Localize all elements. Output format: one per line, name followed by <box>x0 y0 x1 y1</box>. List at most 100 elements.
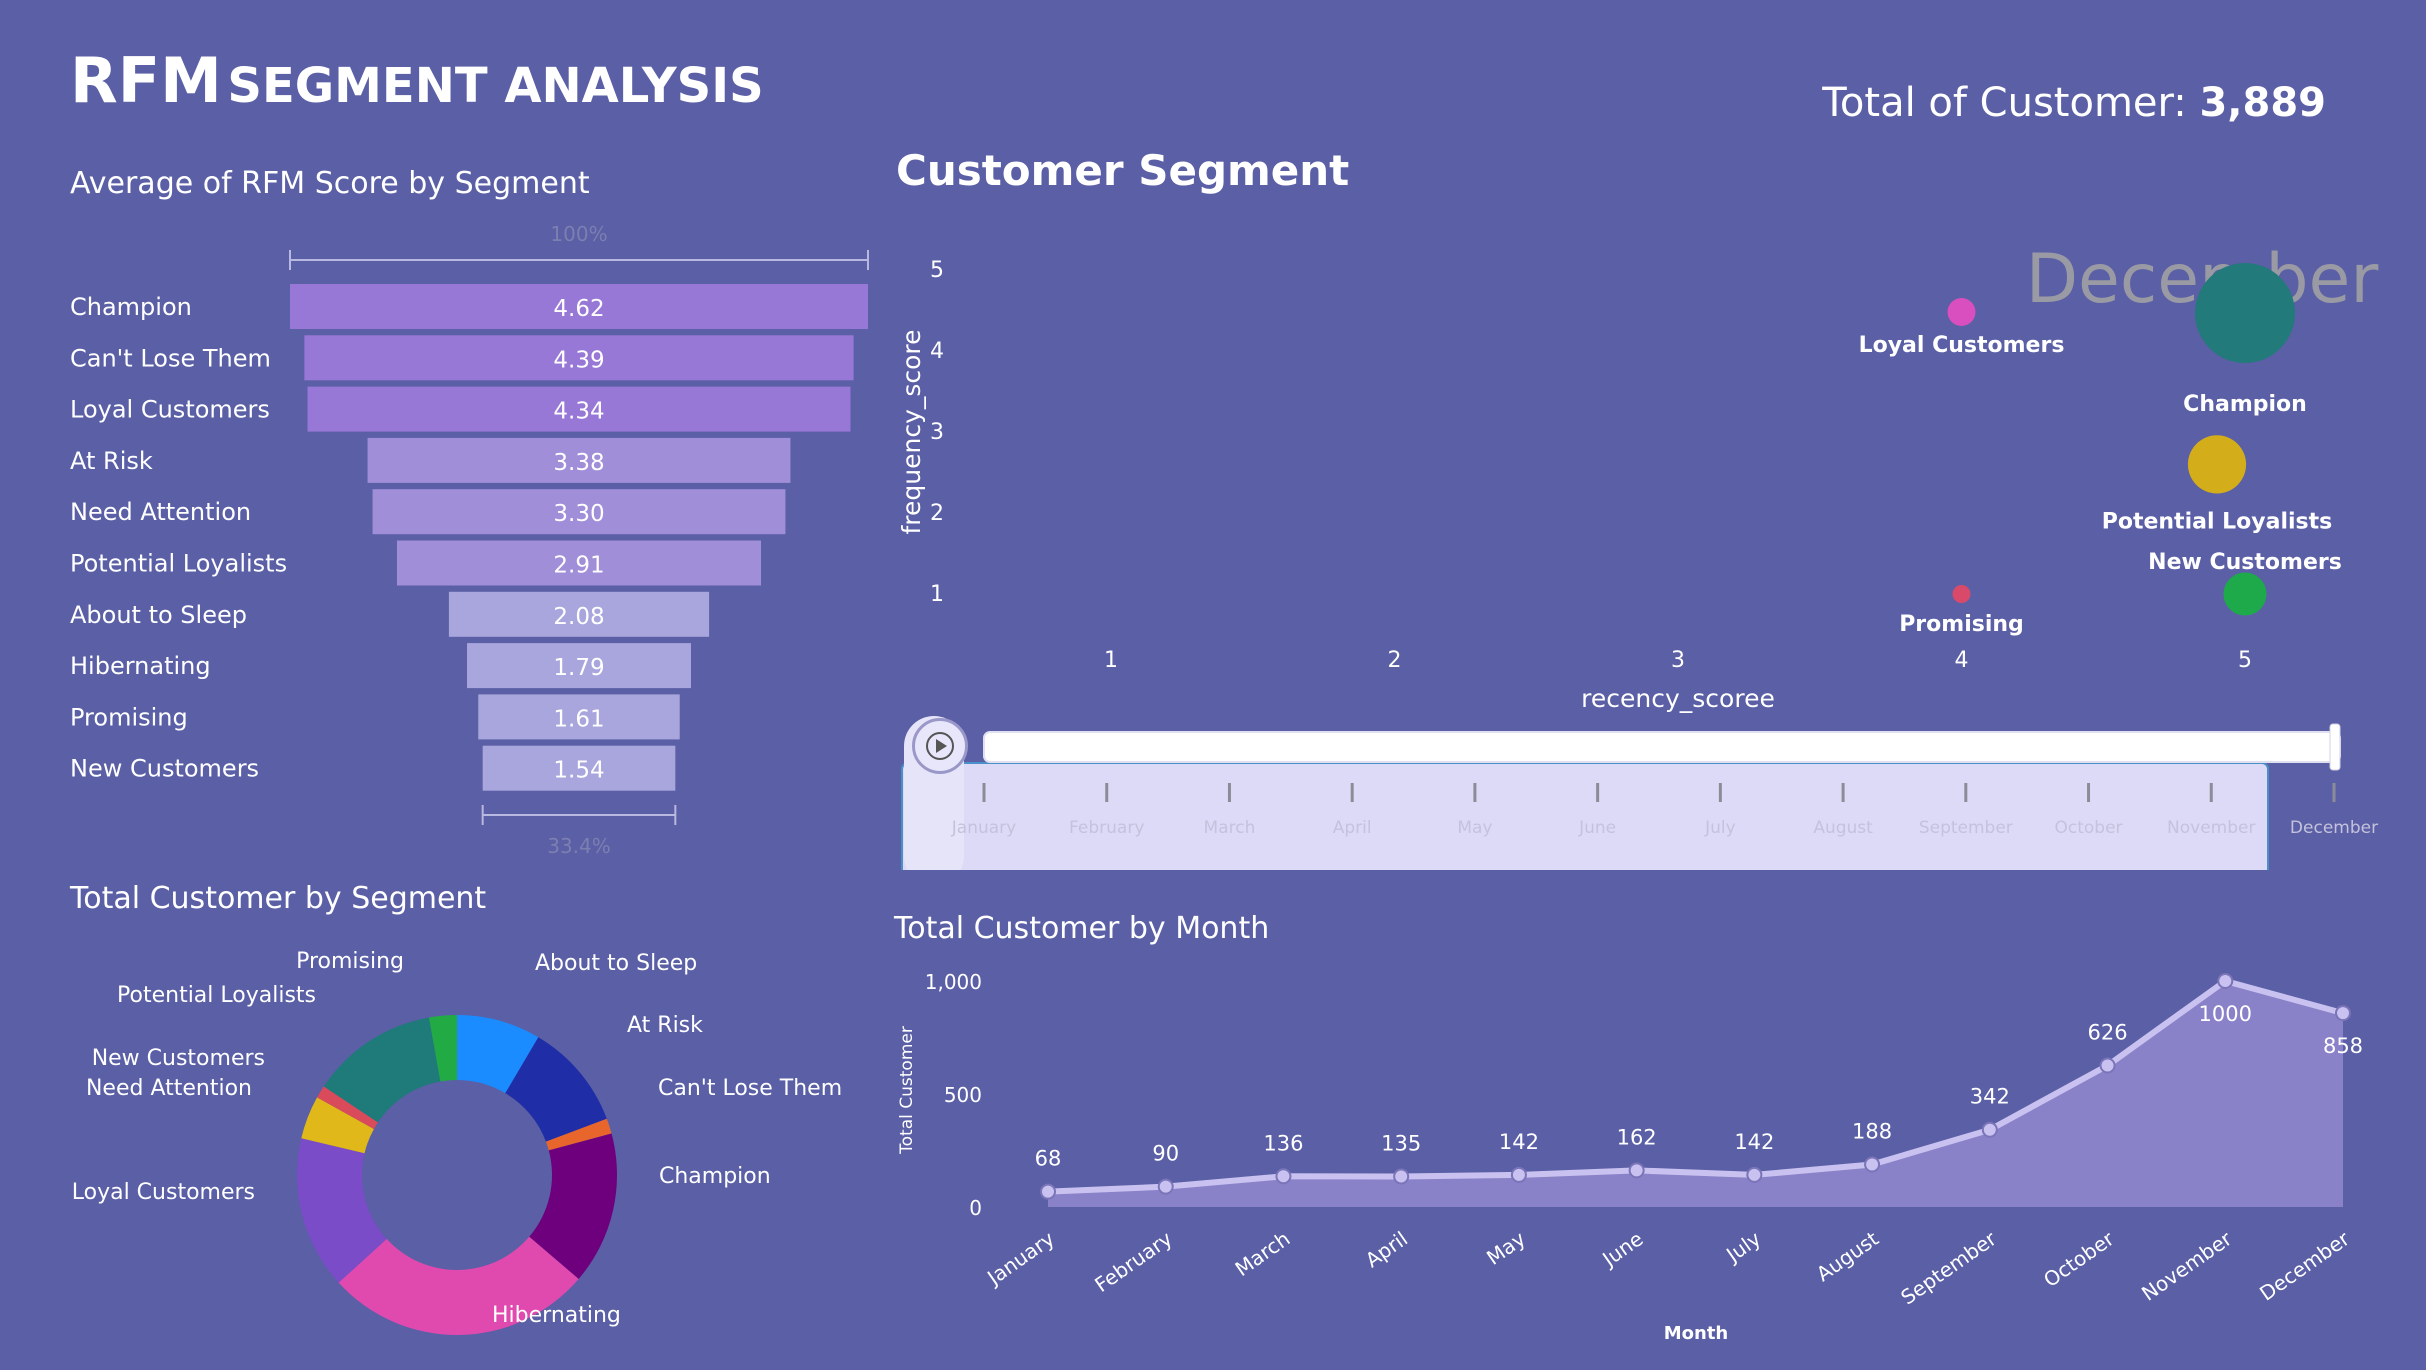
line-x-tick: February <box>1090 1226 1176 1297</box>
funnel-category-label: At Risk <box>70 447 153 475</box>
bubble-y-axis-label: frequency_score <box>897 329 926 534</box>
funnel-title: Average of RFM Score by Segment <box>70 166 590 201</box>
bubble-y-tick: 1 <box>930 582 944 607</box>
line-point[interactable] <box>1510 1166 1527 1183</box>
funnel-value-label: 3.38 <box>553 450 604 476</box>
line-point[interactable] <box>2099 1057 2116 1074</box>
line-data-label: 342 <box>1970 1085 2010 1109</box>
line-point[interactable] <box>2335 1005 2351 1022</box>
line-x-tick: July <box>1720 1226 1765 1268</box>
line-point[interactable] <box>1393 1168 1410 1185</box>
line-data-label: 136 <box>1263 1131 1303 1155</box>
line-x-tick: November <box>2137 1226 2237 1306</box>
funnel-category-label: Champion <box>70 293 192 321</box>
line-point[interactable] <box>1040 1183 1056 1200</box>
line-x-tick: March <box>1231 1226 1295 1281</box>
total-customer-label: Total of Customer: <box>1822 80 2200 126</box>
funnel-category-label: Loyal Customers <box>70 396 270 424</box>
funnel-value-label: 1.54 <box>553 758 604 784</box>
funnel-category-label: Potential Loyalists <box>70 550 287 578</box>
bubble-x-axis-label: recency_scoree <box>1581 684 1775 713</box>
line-x-tick: December <box>2255 1226 2354 1306</box>
funnel-category-label: New Customers <box>70 755 259 783</box>
bubble-point[interactable] <box>2195 263 2295 363</box>
donut-slice-label: Potential Loyalists <box>117 983 316 1008</box>
bubble-point-label: Loyal Customers <box>1859 333 2065 358</box>
bubble-axes: 1 2 3 4 5 1 2 3 4 5 recency_scoree frequency_score <box>897 258 2252 713</box>
bubble-point-label: Champion <box>2183 392 2307 417</box>
bubble-x-tick: 1 <box>1104 648 1118 673</box>
page-title-big: RFM <box>70 44 222 117</box>
funnel-bottom-pct: 33.4% <box>547 834 611 858</box>
play-axis-tick-label: February <box>1069 818 1144 838</box>
line-x-tick: May <box>1482 1226 1530 1269</box>
funnel-chart: 100% Champion 4.62 Can't Lose Them 4.39 Loya… <box>70 222 869 858</box>
line-point[interactable] <box>1746 1166 1763 1183</box>
play-axis-tick-label: January <box>951 818 1016 838</box>
line-data-label: 142 <box>1499 1130 1539 1154</box>
total-customer-value: 3,889 <box>2199 80 2326 126</box>
line-data-label: 90 <box>1152 1142 1179 1166</box>
line-data-label: 142 <box>1734 1130 1774 1154</box>
line-y-tick: 1,000 <box>925 970 982 994</box>
donut-slice-label: Need Attention <box>86 1076 252 1101</box>
play-button[interactable] <box>912 718 968 774</box>
funnel-value-label: 4.62 <box>553 296 604 322</box>
page-title: RFM SEGMENT ANALYSIS <box>70 50 764 112</box>
play-axis-tick-label: August <box>1813 818 1873 838</box>
bubble-point-label: Potential Loyalists <box>2102 509 2333 534</box>
donut-title: Total Customer by Segment <box>70 881 487 916</box>
play-axis-tick-label: March <box>1204 818 1256 838</box>
funnel-value-label: 1.61 <box>553 706 604 732</box>
bubble-y-tick: 2 <box>930 501 944 526</box>
line-point[interactable] <box>1864 1156 1881 1173</box>
funnel-value-label: 4.34 <box>553 399 604 425</box>
bubble-point[interactable] <box>2187 435 2247 494</box>
bubble-point-label: New Customers <box>2148 550 2342 575</box>
line-point[interactable] <box>1981 1121 1998 1138</box>
donut-slice-label: About to Sleep <box>535 951 697 976</box>
funnel-value-label: 3.30 <box>553 501 604 527</box>
bubble-x-tick: 5 <box>2238 648 2252 673</box>
funnel-bars: Champion 4.62 Can't Lose Them 4.39 Loyal Cus… <box>70 284 868 791</box>
play-axis-tick-label: May <box>1457 818 1492 838</box>
donut-slice-label: Champion <box>659 1164 771 1189</box>
play-axis-tick-label: April <box>1333 818 1372 838</box>
line-chart: 0 500 1,000 Total Customer Month January Febru… <box>897 970 2363 1344</box>
page-title-small: SEGMENT ANALYSIS <box>227 58 764 114</box>
line-point[interactable] <box>2217 973 2234 989</box>
line-y-tick: 0 <box>969 1196 982 1220</box>
line-x-tick: June <box>1596 1226 1647 1272</box>
play-axis-panel <box>901 762 2269 870</box>
donut-slice-label: Can't Lose Them <box>658 1076 842 1101</box>
bubble-x-tick: 3 <box>1671 648 1685 673</box>
bubble-point-label: Promising <box>1899 612 2024 637</box>
bubble-y-tick: 3 <box>930 420 944 445</box>
line-x-tick: August <box>1812 1226 1883 1286</box>
bubble-point[interactable] <box>1952 585 1971 603</box>
line-x-tick: September <box>1896 1226 2001 1310</box>
line-point[interactable] <box>1275 1168 1292 1185</box>
donut-slice-label: Hibernating <box>492 1303 621 1328</box>
bubble-title: Customer Segment <box>896 146 1350 195</box>
bubble-point[interactable] <box>2223 572 2267 616</box>
funnel-category-label: Hibernating <box>70 652 211 680</box>
donut-slice-label: Loyal Customers <box>72 1180 255 1205</box>
line-data-label: 68 <box>1035 1147 1062 1171</box>
bubble-point[interactable] <box>1947 298 1976 326</box>
donut-slice-label: At Risk <box>627 1013 703 1038</box>
line-point[interactable] <box>1157 1178 1174 1195</box>
line-x-tick: April <box>1361 1226 1412 1272</box>
bubble-y-tick: 4 <box>930 339 944 364</box>
donut-chart: About to Sleep At Risk Can't Lose Them Cham… <box>72 949 842 1335</box>
bubble-points: Loyal Customers Champion Potential Loyalis… <box>1859 263 2342 637</box>
line-point[interactable] <box>1628 1162 1645 1179</box>
funnel-value-label: 2.08 <box>553 604 604 630</box>
line-y-axis-label: Total Customer <box>897 1026 917 1155</box>
play-axis-handle[interactable] <box>2329 723 2341 771</box>
line-x-tick: January <box>981 1226 1059 1290</box>
play-axis-tick-label: June <box>1578 818 1616 838</box>
play-axis-slider[interactable] <box>983 731 2341 763</box>
play-axis-tick-label: July <box>1704 818 1736 838</box>
funnel-value-label: 4.39 <box>553 347 604 373</box>
